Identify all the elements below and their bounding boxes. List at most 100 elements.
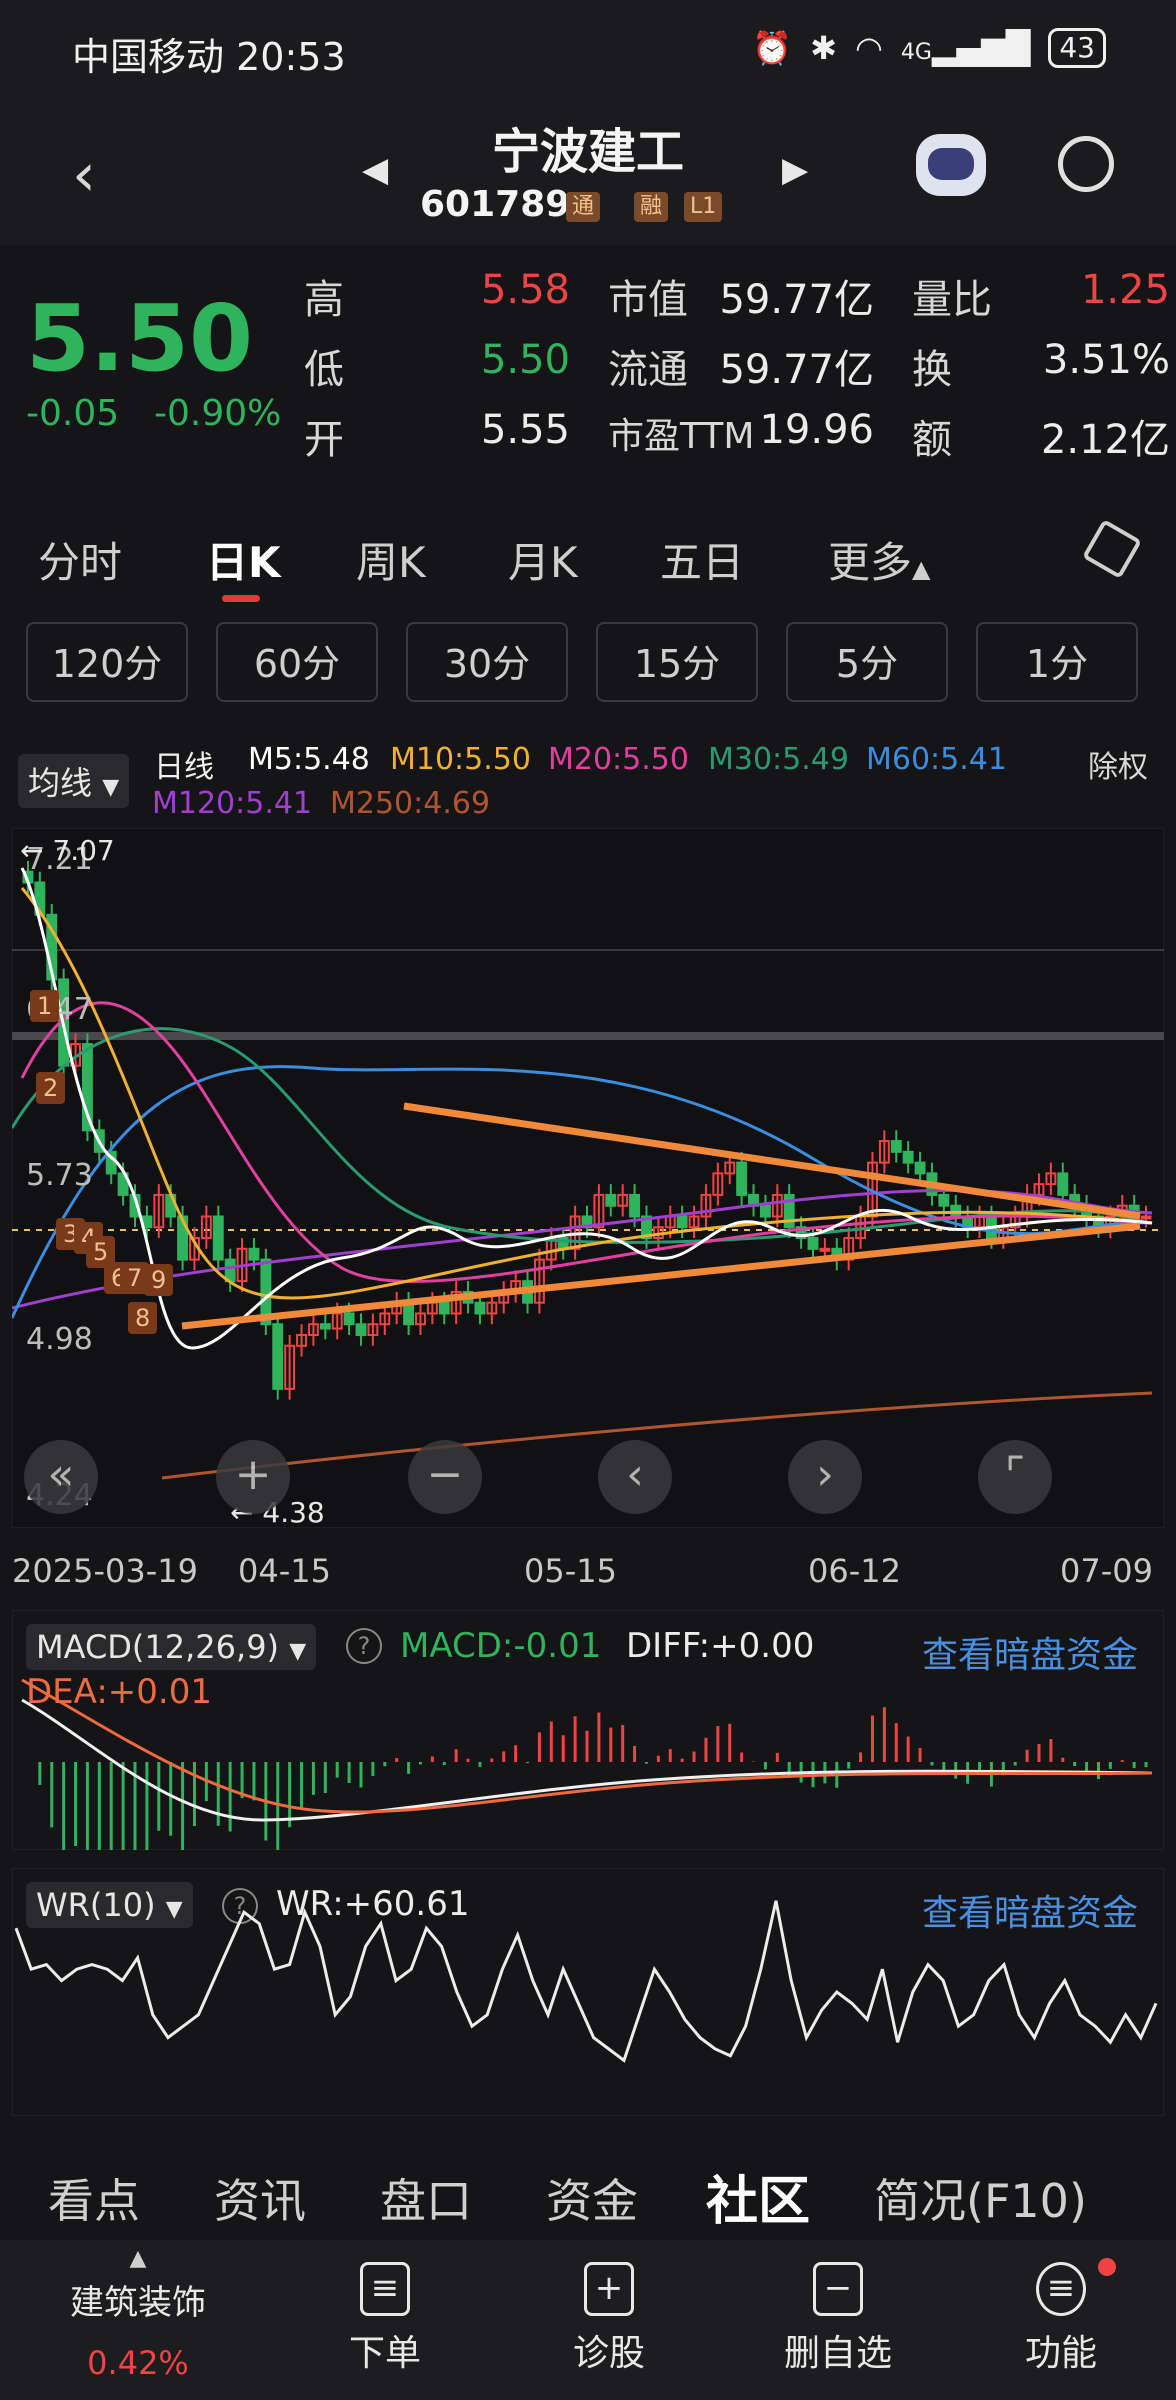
tab-monthly-k[interactable]: 月K: [508, 529, 578, 590]
candle-body: [438, 1301, 450, 1315]
tab-daily-k[interactable]: 日K: [206, 529, 281, 590]
search-icon[interactable]: [1058, 136, 1114, 192]
candle-body: [819, 1247, 831, 1252]
max-price-label: 7.07: [52, 834, 115, 867]
stock-code: 601789: [420, 184, 571, 225]
pill-120min[interactable]: 120分: [26, 622, 188, 702]
candle-body: [605, 1193, 617, 1207]
stock-header: ‹ ◀ ▶ 宁波建工 601789 通 融 L1: [0, 100, 1176, 245]
nav-order[interactable]: ≡ 下单: [320, 2262, 450, 2376]
dropdown-icon: ▼: [102, 775, 120, 800]
tab-order-book[interactable]: 盘口: [380, 2165, 472, 2231]
signal-icon: 4G▂▄▆█: [900, 29, 1031, 67]
vol-ratio-label: 量比: [912, 277, 992, 323]
chart-settings-icon[interactable]: [1081, 518, 1143, 580]
float-label: 流通: [608, 347, 688, 393]
candle-body: [807, 1237, 819, 1250]
tab-more[interactable]: 更多▲: [828, 529, 930, 590]
candle-body: [212, 1215, 224, 1261]
ma-selector[interactable]: 均线 ▼: [18, 754, 130, 808]
status-bar: 中国移动 20:53 ⏰ ✱ ◠ 4G▂▄▆█ 43: [0, 0, 1176, 100]
scroll-to-start-icon[interactable]: «: [24, 1440, 98, 1514]
battery-level: 43: [1059, 31, 1095, 64]
sector-info[interactable]: ▲ 建筑装饰 0.42%: [38, 2240, 238, 2382]
notification-dot: [1098, 2258, 1116, 2276]
tab-intraday[interactable]: 分时: [38, 529, 122, 590]
minute-period-pills: 120分 60分 30分 15分 5分 1分: [0, 622, 1176, 708]
carrier-name: 中国移动: [72, 35, 225, 79]
event-marker-8[interactable]: 8: [128, 1302, 158, 1334]
robot-assistant-icon[interactable]: [916, 134, 986, 196]
wr-chart: [12, 1868, 1164, 2116]
nav-remove-watchlist[interactable]: − 删自选: [768, 2262, 908, 2376]
tab-funds[interactable]: 资金: [546, 2165, 638, 2231]
mcap-value: 59.77亿: [719, 277, 874, 323]
candle-body: [474, 1301, 486, 1315]
functions-icon: ≡: [1036, 2262, 1086, 2316]
diagnose-icon: +: [584, 2262, 634, 2316]
tab-five-day[interactable]: 五日: [660, 529, 744, 590]
price-change-pct: -0.90%: [154, 393, 282, 434]
x-label-5: 07-09: [1060, 1552, 1153, 1590]
ex-rights-toggle[interactable]: 除权: [1088, 742, 1148, 786]
high-label: 高: [304, 277, 344, 323]
scroll-left-icon[interactable]: ‹: [598, 1440, 672, 1514]
stock-name: 宁波建工: [491, 124, 684, 180]
candle-body: [629, 1193, 641, 1218]
x-label-2: 04-15: [238, 1552, 331, 1590]
tab-highlights[interactable]: 看点: [48, 2165, 140, 2231]
pill-15min[interactable]: 15分: [596, 622, 758, 702]
y-label-3: 5.73: [26, 1158, 93, 1193]
bluetooth-icon: ✱: [810, 29, 837, 67]
mcap-label: 市值: [608, 277, 688, 323]
low-label: 低: [304, 347, 344, 393]
tab-f10[interactable]: 简况(F10): [874, 2165, 1087, 2231]
macd-frame: [12, 1610, 1164, 1850]
low-value: 5.50: [480, 337, 570, 383]
scroll-right-icon[interactable]: ›: [788, 1440, 862, 1514]
ma5-value: M5:5.48: [248, 742, 370, 777]
remove-watchlist-icon: −: [813, 2262, 863, 2316]
pill-5min[interactable]: 5分: [786, 622, 948, 702]
tab-community[interactable]: 社区: [706, 2159, 810, 2234]
candle-body: [902, 1150, 914, 1164]
max-price-marker: ← 7.07: [20, 834, 115, 867]
tab-news[interactable]: 资讯: [214, 2165, 306, 2231]
tag-tong[interactable]: 通: [566, 192, 601, 222]
ma-period: 日线: [154, 750, 214, 785]
zoom-in-icon[interactable]: +: [216, 1440, 290, 1514]
turnover-label: 换: [912, 347, 952, 393]
open-label: 开: [304, 417, 344, 463]
nav-order-label: 下单: [348, 2333, 421, 2374]
caret-up-icon: ▲: [129, 2246, 147, 2271]
pill-30min[interactable]: 30分: [406, 622, 568, 702]
tag-level1[interactable]: L1: [684, 192, 723, 222]
price-change: -0.05: [26, 393, 120, 434]
candle-body: [914, 1161, 926, 1175]
ma120-value: M120:5.41: [152, 786, 313, 821]
nav-functions-label: 功能: [1024, 2333, 1097, 2374]
sector-change: 0.42%: [87, 2344, 189, 2382]
zoom-out-icon[interactable]: −: [408, 1440, 482, 1514]
kline-chart[interactable]: [12, 828, 1164, 1528]
candle-body: [224, 1258, 236, 1283]
pill-60min[interactable]: 60分: [216, 622, 378, 702]
pill-1min[interactable]: 1分: [976, 622, 1138, 702]
vol-ratio-value: 1.25: [1080, 267, 1170, 313]
amount-label: 额: [912, 417, 952, 463]
ma30-value: M30:5.49: [708, 742, 849, 777]
event-marker-1[interactable]: 1: [30, 990, 60, 1022]
event-marker-9[interactable]: 9: [144, 1264, 174, 1296]
tag-rong[interactable]: 融: [634, 192, 669, 222]
tab-weekly-k[interactable]: 周K: [356, 529, 426, 590]
section-tabs: 看点 资讯 盘口 资金 社区 简况(F10): [0, 2135, 1176, 2235]
ma250-value: M250:4.69: [330, 786, 491, 821]
nav-diagnose[interactable]: + 诊股: [544, 2262, 674, 2376]
fullscreen-icon[interactable]: ⌜: [978, 1440, 1052, 1514]
event-marker-2[interactable]: 2: [36, 1072, 66, 1104]
candle-body: [355, 1323, 367, 1337]
caret-up-icon: ▲: [912, 555, 931, 583]
x-label-1: 2025-03-19: [12, 1552, 198, 1590]
nav-functions[interactable]: ≡ 功能: [996, 2262, 1126, 2376]
candle-body: [1140, 1215, 1152, 1220]
